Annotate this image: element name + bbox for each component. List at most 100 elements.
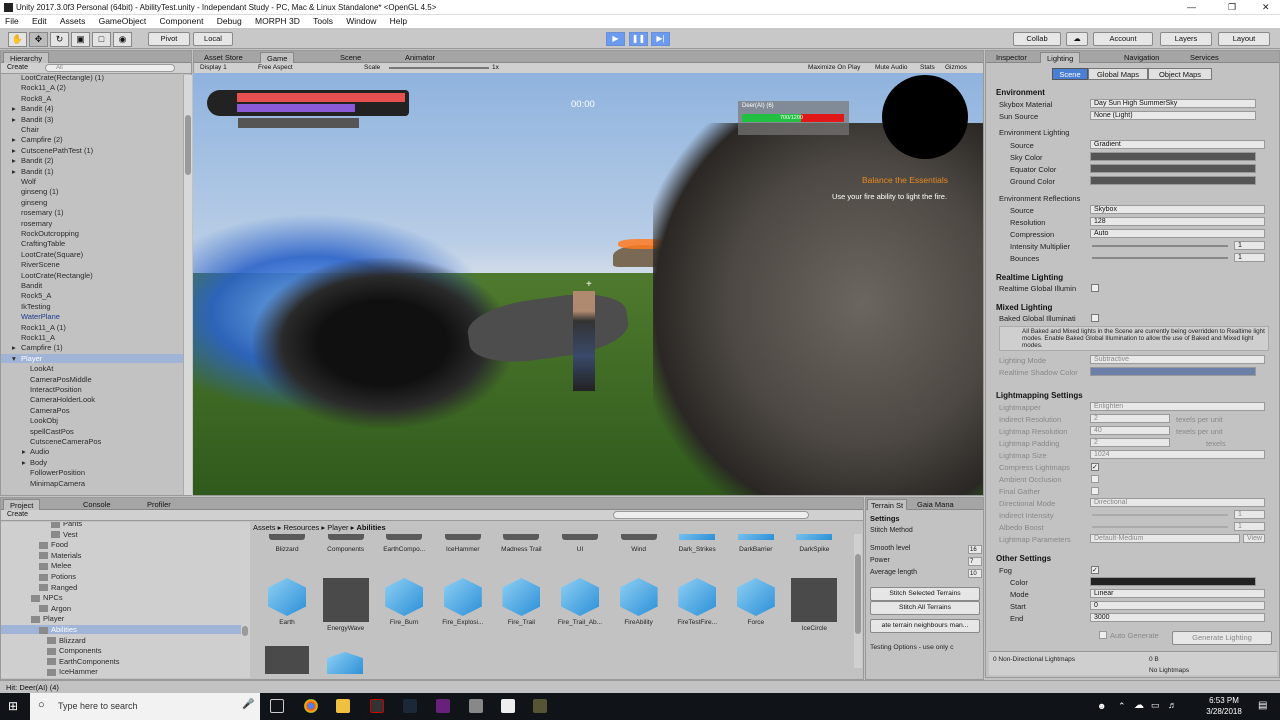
asset-item[interactable]: Fire_Trail xyxy=(495,578,547,626)
people-icon[interactable]: ☻ xyxy=(1097,701,1106,711)
indirect-intensity-slider[interactable] xyxy=(1092,514,1228,516)
mixed-lighting-header[interactable]: Mixed Lighting xyxy=(996,303,1052,312)
average-length-field[interactable]: 10 xyxy=(968,569,982,578)
hierarchy-item[interactable]: ginseng xyxy=(21,198,47,207)
tab-lighting[interactable]: Lighting xyxy=(1040,52,1081,63)
hierarchy-item[interactable]: CameraPos xyxy=(30,406,70,415)
hierarchy-item[interactable]: Chair xyxy=(21,125,39,134)
tab-terrain-stitcher[interactable]: Terrain St xyxy=(867,499,908,510)
layers-button[interactable]: Layers xyxy=(1160,32,1212,46)
project-folder-item[interactable]: Melee xyxy=(1,561,241,570)
app-icon[interactable] xyxy=(469,699,483,713)
account-button[interactable]: Account xyxy=(1093,32,1153,46)
expand-arrow-icon[interactable]: ▸ xyxy=(12,146,16,155)
realtime-gi-checkbox[interactable] xyxy=(1091,284,1099,292)
project-folder-item[interactable]: Vest xyxy=(1,530,241,539)
hierarchy-item[interactable]: spellCastPos xyxy=(30,427,74,436)
hierarchy-item[interactable]: CutsceneCameraPos xyxy=(30,437,101,446)
sky-color-swatch[interactable] xyxy=(1090,152,1256,161)
tab-game[interactable]: Game xyxy=(260,52,295,63)
resolution-select[interactable]: 128 xyxy=(1090,217,1265,226)
indirect-res-field[interactable]: 2 xyxy=(1090,414,1170,423)
gizmos-toggle[interactable]: Gizmos xyxy=(945,64,967,71)
play-button[interactable]: ▶ xyxy=(606,32,625,46)
baked-gi-checkbox[interactable] xyxy=(1091,314,1099,322)
hierarchy-item[interactable]: WaterPlane xyxy=(21,312,60,321)
taskbar-search-box[interactable]: ○ Type here to search 🎤 xyxy=(30,693,260,720)
asset-item[interactable]: Madness Trail xyxy=(495,534,547,553)
tab-hierarchy[interactable]: Hierarchy xyxy=(3,52,50,63)
scale-tool-icon[interactable]: ▣ xyxy=(71,32,90,47)
volume-icon[interactable]: ♬ xyxy=(1168,700,1177,710)
hierarchy-item[interactable]: LootCrate(Square) xyxy=(21,250,83,259)
hierarchy-item[interactable]: Rock11_A (2) xyxy=(21,83,66,92)
asset-item[interactable]: UI xyxy=(554,534,606,553)
hierarchy-item[interactable]: Wolf xyxy=(21,177,36,186)
maximize-on-play-toggle[interactable]: Maximize On Play xyxy=(808,64,860,71)
hierarchy-item[interactable]: LootCrate(Rectangle) xyxy=(21,271,93,280)
notifications-icon[interactable]: ▤ xyxy=(1258,700,1267,711)
menu-morph3d[interactable]: MORPH 3D xyxy=(255,16,300,26)
hierarchy-item[interactable]: Rock11_A xyxy=(21,333,55,342)
tray-chevron-icon[interactable]: ⌃ xyxy=(1118,701,1126,712)
ground-color-swatch[interactable] xyxy=(1090,176,1256,185)
hierarchy-item[interactable]: rosemary xyxy=(21,219,52,228)
project-folder-item[interactable]: Blizzard xyxy=(1,636,241,645)
fog-start-field[interactable]: 0 xyxy=(1090,601,1265,610)
project-folder-item[interactable]: Components xyxy=(1,646,241,655)
project-folder-item[interactable]: Materials xyxy=(1,551,241,560)
albedo-field[interactable]: 1 xyxy=(1234,522,1265,531)
project-folder-item[interactable]: Abilities xyxy=(1,625,241,634)
hierarchy-item[interactable]: LookAt xyxy=(30,364,53,373)
minimize-icon[interactable]: — xyxy=(1187,2,1196,12)
project-tree-scrollbar[interactable] xyxy=(241,522,250,678)
onedrive-icon[interactable]: ☁ xyxy=(1134,700,1144,711)
chrome-icon[interactable] xyxy=(304,699,318,713)
rect-tool-icon[interactable]: □ xyxy=(92,32,111,47)
menu-edit[interactable]: Edit xyxy=(32,16,47,26)
subtab-global-maps[interactable]: Global Maps xyxy=(1088,68,1148,80)
environment-header[interactable]: Environment xyxy=(996,88,1045,97)
hierarchy-item[interactable]: rosemary (1) xyxy=(21,208,64,217)
hierarchy-item[interactable]: ginseng (1) xyxy=(21,187,59,196)
hierarchy-item[interactable]: LookObj xyxy=(30,416,58,425)
expand-arrow-icon[interactable]: ▸ xyxy=(22,447,26,456)
expand-arrow-icon[interactable]: ▸ xyxy=(12,135,16,144)
sun-source-field[interactable]: None (Light) xyxy=(1090,111,1256,120)
collab-button[interactable]: Collab xyxy=(1013,32,1061,46)
hierarchy-item[interactable]: Rock5_A xyxy=(21,291,51,300)
tab-services[interactable]: Services xyxy=(1184,52,1225,63)
lightmap-pad-field[interactable]: 2 xyxy=(1090,438,1170,447)
hierarchy-item[interactable]: LootCrate(Rectangle) (1) xyxy=(21,75,104,82)
clock-time[interactable]: 6:53 PM xyxy=(1200,696,1248,705)
hierarchy-item[interactable]: Body xyxy=(30,458,47,467)
fog-checkbox[interactable]: ✓ xyxy=(1091,566,1099,574)
layout-button[interactable]: Layout xyxy=(1218,32,1270,46)
asset-item[interactable]: Components xyxy=(320,534,372,553)
breadcrumb-abilities[interactable]: Abilities xyxy=(356,523,385,532)
expand-arrow-icon[interactable]: ▸ xyxy=(12,104,16,113)
asset-item[interactable]: FireAbility xyxy=(613,578,665,626)
hierarchy-item[interactable]: InteractPosition xyxy=(30,385,82,394)
hierarchy-item[interactable]: Campfire (2) xyxy=(21,135,63,144)
clock-date[interactable]: 3/28/2018 xyxy=(1200,707,1248,716)
asset-item[interactable]: DarkBarrier xyxy=(730,534,782,553)
hierarchy-scrollbar[interactable] xyxy=(183,75,192,495)
expand-arrow-icon[interactable]: ▸ xyxy=(12,156,16,165)
compression-select[interactable]: Auto xyxy=(1090,229,1265,238)
auto-generate-checkbox[interactable] xyxy=(1099,631,1107,639)
skybox-field[interactable]: Day Sun High SummerSky xyxy=(1090,99,1256,108)
fog-color-swatch[interactable] xyxy=(1090,577,1256,586)
hierarchy-item[interactable]: RiverScene xyxy=(21,260,60,269)
tab-asset-store[interactable]: Asset Store xyxy=(198,52,249,63)
mute-audio-toggle[interactable]: Mute Audio xyxy=(875,64,908,71)
prefab-thumbnail-icon[interactable] xyxy=(265,646,309,674)
compress-checkbox[interactable]: ✓ xyxy=(1091,463,1099,471)
tab-project[interactable]: Project xyxy=(3,499,41,510)
breadcrumb-assets[interactable]: Assets xyxy=(253,523,276,532)
project-create-button[interactable]: Create xyxy=(7,511,28,518)
other-settings-header[interactable]: Other Settings xyxy=(996,554,1051,563)
windows-start-icon[interactable]: ⊞ xyxy=(8,700,18,712)
hierarchy-item[interactable]: Bandit (1) xyxy=(21,167,54,176)
lm-params-select[interactable]: Default-Medium xyxy=(1090,534,1240,543)
